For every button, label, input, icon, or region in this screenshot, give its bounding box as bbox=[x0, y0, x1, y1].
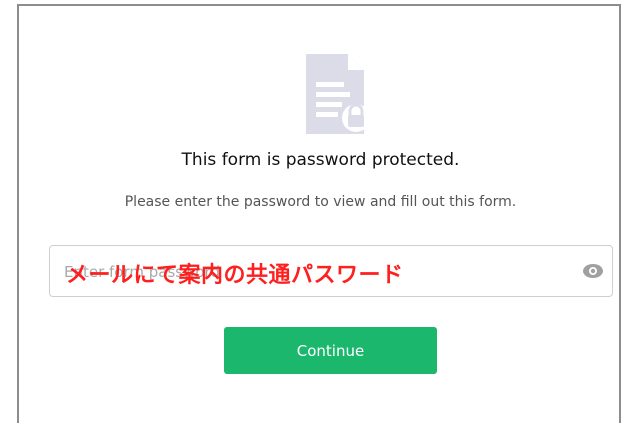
dialog-title: This form is password protected. bbox=[181, 150, 460, 170]
password-input[interactable] bbox=[62, 258, 566, 286]
password-field[interactable] bbox=[49, 245, 613, 297]
locked-document-icon bbox=[306, 54, 368, 134]
dialog-subtitle: Please enter the password to view and fi… bbox=[124, 194, 517, 210]
continue-button[interactable]: Continue bbox=[224, 327, 437, 374]
eye-icon[interactable] bbox=[583, 263, 603, 279]
